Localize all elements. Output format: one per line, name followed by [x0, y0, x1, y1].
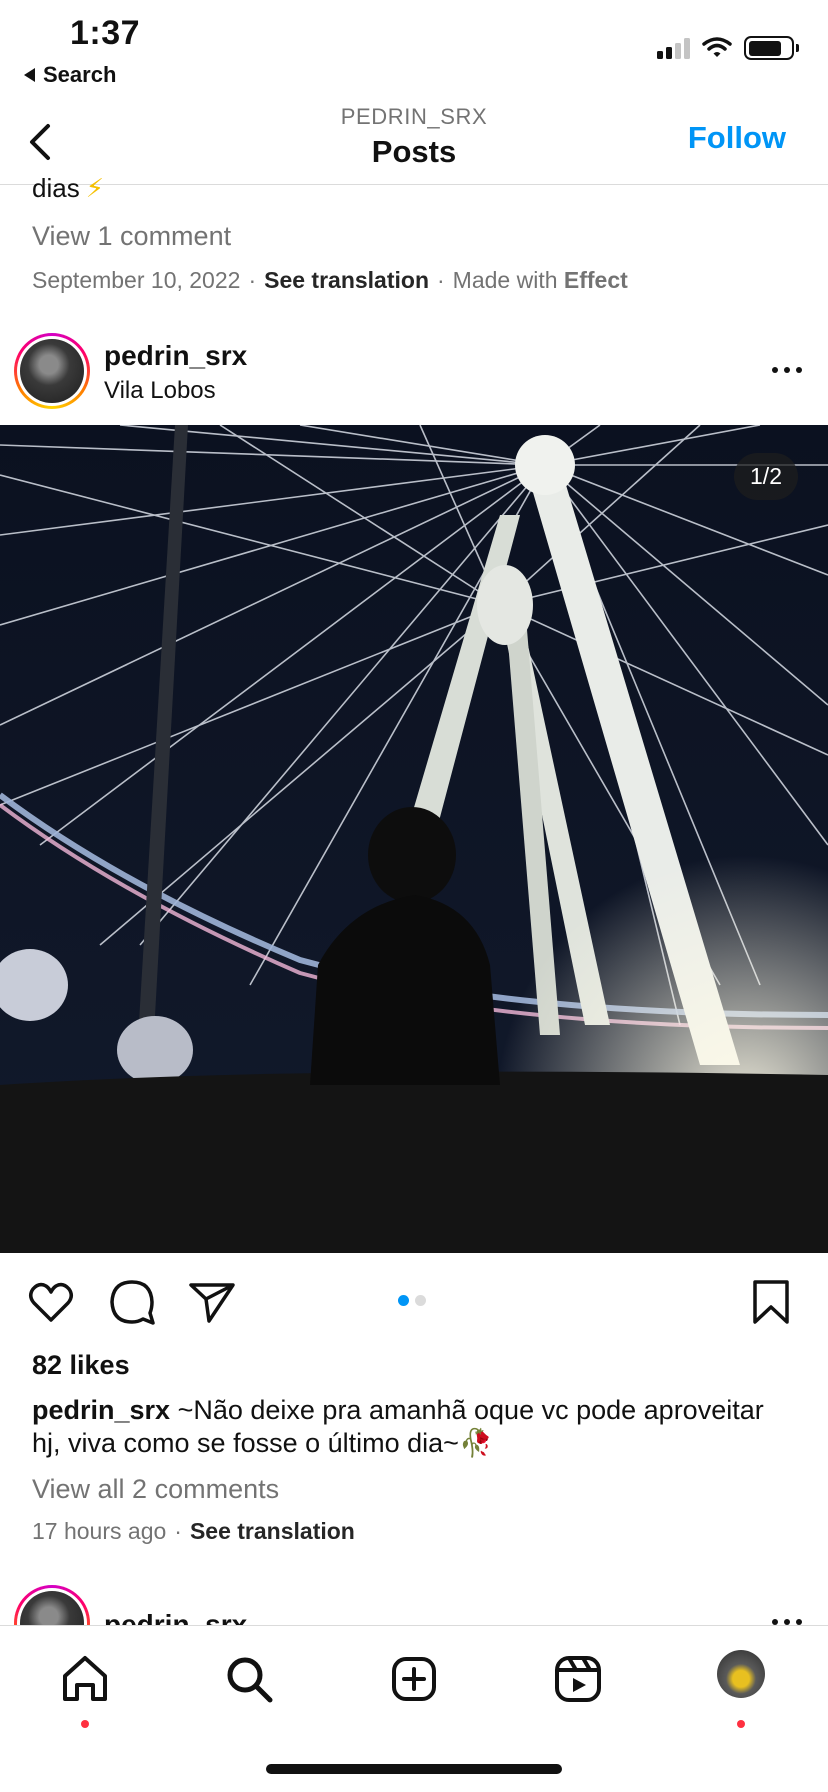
battery-icon: [744, 36, 799, 60]
previous-post-meta: September 10, 2022 · See translation · Made …: [32, 267, 628, 293]
made-with-label: Made with: [452, 267, 558, 293]
back-to-app-link[interactable]: Search: [24, 62, 116, 88]
post-time-ago: 17 hours ago: [32, 1518, 167, 1544]
post-meta: 17 hours ago · See translation: [32, 1518, 355, 1544]
post-photo[interactable]: 1/2: [0, 425, 828, 1253]
profile-notification-dot: [737, 1720, 745, 1728]
effect-link[interactable]: Effect: [564, 267, 628, 293]
home-icon[interactable]: [58, 1652, 112, 1706]
post-caption: pedrin_srx ~Não deixe pra amanhã oque vc…: [32, 1394, 772, 1460]
home-indicator: [266, 1764, 562, 1774]
avatar[interactable]: [14, 1585, 90, 1625]
next-post-username[interactable]: pedrin_srx: [104, 1609, 247, 1625]
more-options-icon[interactable]: [772, 367, 802, 373]
caption-username[interactable]: pedrin_srx: [32, 1395, 170, 1425]
search-icon[interactable]: [222, 1652, 276, 1706]
see-translation-link[interactable]: See translation: [190, 1518, 355, 1544]
carousel-dot-active: [398, 1295, 409, 1306]
previous-post-footer: dias ⚡ View 1 comment September 10, 2022…: [0, 173, 828, 293]
cellular-signal-icon: [657, 37, 690, 59]
status-icons: [657, 36, 799, 60]
post-date: September 10, 2022: [32, 267, 241, 293]
wifi-icon: [702, 37, 732, 57]
post-actions: [0, 1253, 828, 1348]
likes-count[interactable]: 82 likes: [32, 1350, 130, 1381]
follow-button[interactable]: Follow: [688, 120, 786, 156]
home-notification-dot: [81, 1720, 89, 1728]
post-header: pedrin_srx Vila Lobos: [0, 325, 828, 425]
lightning-emoji: ⚡: [85, 173, 104, 203]
view-comments-link[interactable]: View 1 comment: [32, 221, 231, 252]
previous-caption-text: dias: [32, 173, 80, 203]
view-all-comments-link[interactable]: View all 2 comments: [32, 1474, 279, 1505]
back-triangle-icon: [24, 68, 35, 82]
previous-caption: dias ⚡: [32, 173, 104, 204]
status-bar: 1:37 Search: [0, 0, 828, 100]
bookmark-save-icon[interactable]: [746, 1277, 796, 1327]
carousel-dot: [415, 1295, 426, 1306]
next-post-header: pedrin_srx: [0, 1585, 828, 1625]
ferris-wheel-photo: [0, 425, 828, 1253]
profile-avatar[interactable]: [717, 1650, 765, 1698]
see-translation-link[interactable]: See translation: [264, 267, 429, 293]
carousel-indicator: [398, 1295, 426, 1306]
new-post-icon[interactable]: [387, 1652, 441, 1706]
comment-icon[interactable]: [107, 1277, 157, 1327]
back-app-label: Search: [43, 62, 117, 87]
post-location[interactable]: Vila Lobos: [104, 377, 216, 405]
avatar[interactable]: [14, 333, 90, 409]
clock: 1:37: [70, 14, 141, 52]
reels-icon[interactable]: [551, 1652, 605, 1706]
post-username[interactable]: pedrin_srx: [104, 340, 247, 372]
like-heart-icon[interactable]: [26, 1277, 76, 1327]
image-counter: 1/2: [734, 453, 798, 500]
share-send-icon[interactable]: [187, 1277, 237, 1327]
top-nav-bar: PEDRIN_SRX Posts Follow: [0, 100, 828, 185]
